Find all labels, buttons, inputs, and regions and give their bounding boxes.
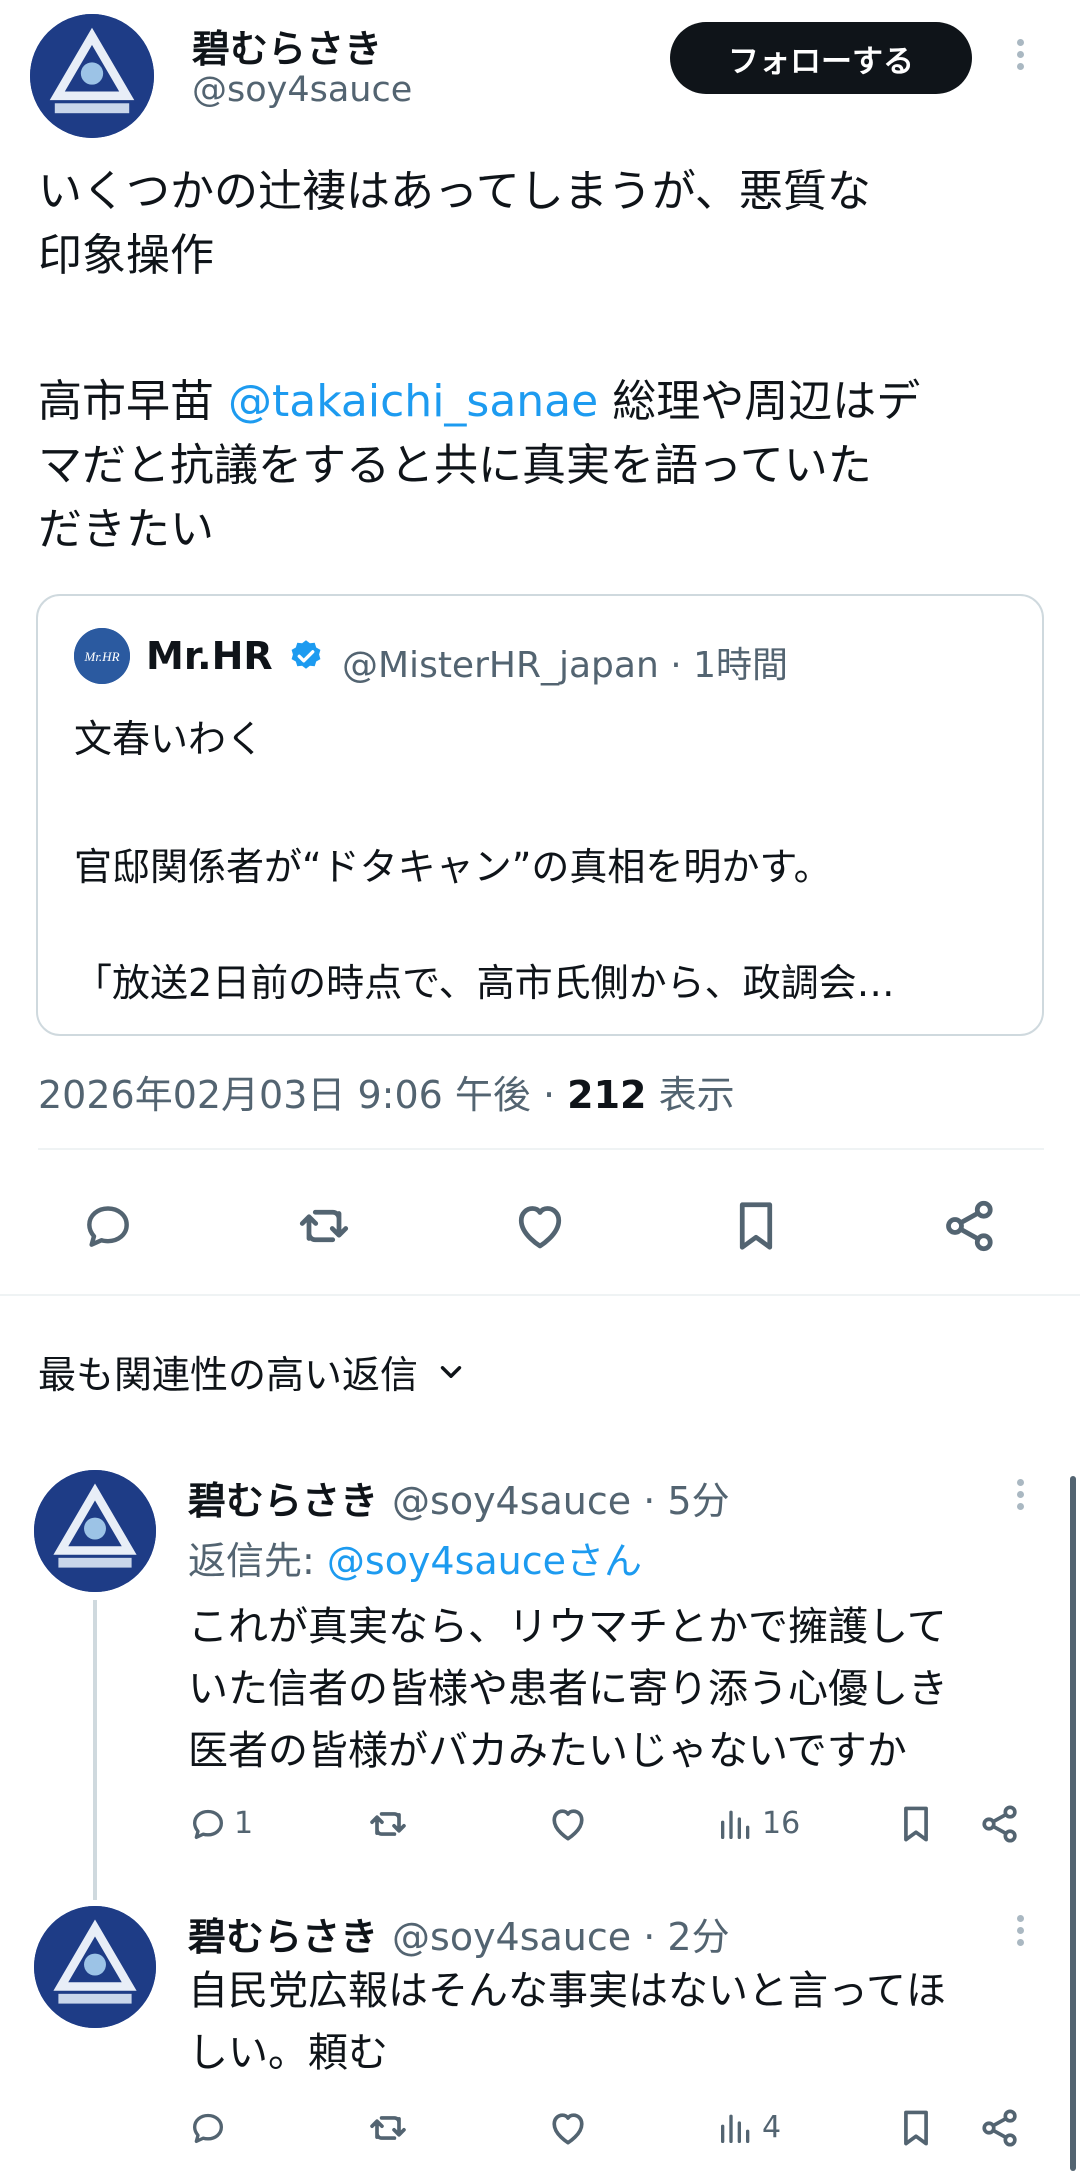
like-icon[interactable]	[546, 1802, 590, 1846]
tweet-text: いくつかの辻褄はあってしまうが、悪質な 印象操作	[38, 160, 1058, 288]
follow-button[interactable]: フォローする	[670, 22, 972, 94]
reply-header: 碧むらさき @soy4sauce · 2分	[188, 1906, 730, 1961]
views-icon[interactable]	[716, 1804, 756, 1844]
quote-avatar: Mr.HR	[74, 628, 130, 684]
reply-sort-selector[interactable]: 最も関連性の高い返信	[38, 1344, 468, 1399]
reply-text-line: 自民党広報はそんな事実はないと言ってほ	[188, 1968, 946, 2014]
tweet-text-line: だきたい	[38, 504, 214, 555]
reply-icon[interactable]	[188, 1804, 228, 1844]
reply-icon[interactable]	[188, 2108, 228, 2148]
author-name[interactable]: 碧むらさき	[192, 18, 382, 73]
more-icon[interactable]	[1010, 1474, 1030, 1522]
avatar[interactable]	[30, 14, 154, 138]
share-icon[interactable]	[978, 1802, 1022, 1846]
reply-text-line: 医者の皆様がバカみたいじゃないですか	[188, 1728, 907, 1774]
like-icon[interactable]	[546, 2106, 590, 2150]
views-count: 16	[762, 1806, 801, 1841]
scrollbar-thumb[interactable]	[1070, 1476, 1076, 2171]
reply-author-name[interactable]: 碧むらさき	[188, 1915, 378, 1959]
reply-text: これが真実なら、リウマチとかで擁護して いた信者の皆様や患者に寄り添う心優しき …	[188, 1596, 948, 1782]
tweet-text-segment: 総理や周辺はデ	[598, 376, 921, 427]
thread-line	[93, 1600, 97, 1900]
tweet-text-segment: 高市早苗	[38, 376, 228, 427]
reply-text-line: いた信者の皆様や患者に寄り添う心優しき	[188, 1666, 948, 1712]
sort-label: 最も関連性の高い返信	[38, 1353, 419, 1397]
retweet-icon[interactable]	[366, 1802, 410, 1846]
like-icon[interactable]	[510, 1196, 570, 1256]
divider	[0, 1294, 1080, 1296]
bookmark-icon[interactable]	[726, 1196, 786, 1256]
views-count: 212	[567, 1073, 647, 1117]
reply-text-line: これが真実なら、リウマチとかで擁護して	[188, 1604, 947, 1650]
views-count: 4	[762, 2110, 782, 2145]
reply-avatar[interactable]	[34, 1470, 156, 1592]
quote-text-line: 官邸関係者が“ドタキャン”の真相を明かす。	[74, 845, 832, 889]
reply-count: 1	[234, 1806, 254, 1841]
verified-badge-icon	[288, 638, 324, 674]
quote-text-line: 文春いわく	[74, 717, 265, 761]
tweet-meta: 2026年02月03日 9:06 午後 · 212 表示	[38, 1064, 735, 1119]
reply-text-line: しい。頼む	[188, 2030, 388, 2076]
quote-avatar-text: Mr.HR	[83, 649, 119, 664]
reply-to: 返信先: @soy4sauceさん	[188, 1530, 642, 1585]
bookmark-icon[interactable]	[894, 1802, 938, 1846]
tweet-text-line: 高市早苗 @takaichi_sanae 総理や周辺はデ	[38, 370, 1068, 434]
chevron-down-icon	[434, 1355, 468, 1389]
reply-to-prefix: 返信先:	[188, 1539, 327, 1583]
quote-author-name: Mr.HR	[146, 634, 273, 678]
share-icon[interactable]	[940, 1196, 1000, 1256]
tweet-text-line: いくつかの辻褄はあってしまうが、悪質な	[38, 166, 871, 217]
more-icon[interactable]	[1010, 34, 1030, 82]
reply-text: 自民党広報はそんな事実はないと言ってほ しい。頼む	[188, 1960, 946, 2084]
mention-link[interactable]: @takaichi_sanae	[228, 376, 598, 427]
reply-header: 碧むらさき @soy4sauce · 5分	[188, 1470, 730, 1525]
share-icon[interactable]	[978, 2106, 1022, 2150]
tweet-text-line: 印象操作	[38, 230, 214, 281]
quote-handle-time: @MisterHR_japan · 1時間	[342, 645, 788, 686]
tweet-text-2: 高市早苗 @takaichi_sanae 総理や周辺はデ マだと抗議をすると共に…	[38, 370, 1068, 562]
retweet-icon[interactable]	[366, 2106, 410, 2150]
more-icon[interactable]	[1010, 1910, 1030, 1958]
reply-avatar[interactable]	[34, 1906, 156, 2028]
reply-to-handle[interactable]: @soy4sauceさん	[327, 1539, 642, 1583]
reply-meta: @soy4sauce · 2分	[392, 1915, 730, 1959]
retweet-icon[interactable]	[294, 1196, 354, 1256]
views-icon[interactable]	[716, 2108, 756, 2148]
reply-meta: @soy4sauce · 5分	[392, 1479, 730, 1523]
author-handle[interactable]: @soy4sauce	[192, 70, 412, 110]
reply-icon[interactable]	[80, 1198, 136, 1254]
quote-text-line: 「放送2日前の時点で、高市氏側から、政調会…	[74, 961, 895, 1005]
divider	[38, 1148, 1044, 1150]
views-label: 表示	[646, 1073, 735, 1117]
reply-author-name[interactable]: 碧むらさき	[188, 1479, 378, 1523]
tweet-text-line: マだと抗議をすると共に真実を語っていた	[38, 440, 872, 491]
timestamp[interactable]: 2026年02月03日 9:06 午後 ·	[38, 1073, 567, 1117]
bookmark-icon[interactable]	[894, 2106, 938, 2150]
